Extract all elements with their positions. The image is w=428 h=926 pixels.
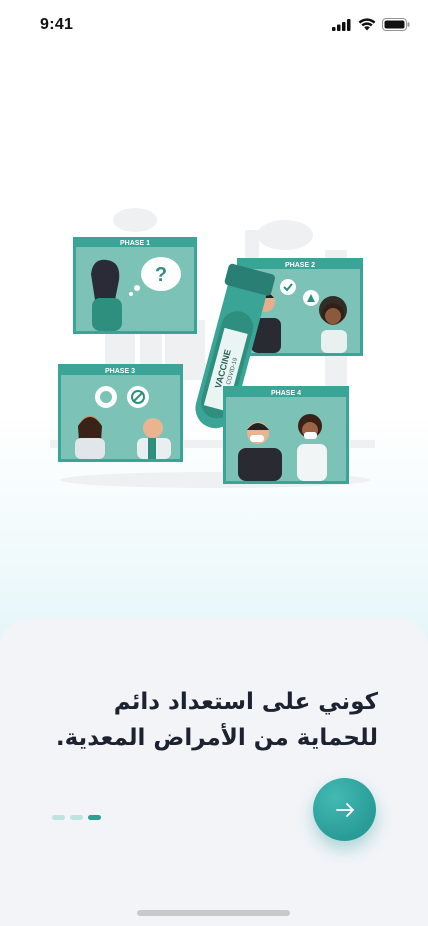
- wifi-icon: [358, 18, 376, 31]
- svg-text:?: ?: [155, 264, 167, 286]
- pager-dot-2: [70, 815, 83, 820]
- pager-dot-1: [52, 815, 65, 820]
- headline-line-2: للحماية من الأمراض المعدية.: [55, 725, 378, 751]
- phase-1-label: PHASE 1: [120, 240, 150, 247]
- vaccine-phases-illustration: PHASE 1 ? PHASE 2 VACCINE COVID-19 PHASE…: [50, 208, 375, 488]
- headline-line-1: كوني على استعداد دائم: [113, 689, 378, 715]
- phase-3-label: PHASE 3: [105, 368, 135, 375]
- status-time: 9:41: [40, 16, 74, 33]
- phase-4-card: PHASE 4: [223, 386, 349, 484]
- phase-1-card: PHASE 1 ?: [73, 237, 197, 334]
- battery-icon: [382, 18, 410, 31]
- phase-4-label: PHASE 4: [271, 390, 301, 397]
- arrow-right-icon: [335, 802, 354, 817]
- home-indicator[interactable]: [137, 910, 290, 916]
- onboarding-headline: كوني على استعداد دائم للحماية من الأمراض…: [48, 684, 378, 756]
- phase-3-card: PHASE 3: [58, 364, 183, 462]
- onboarding-card: [0, 618, 428, 926]
- status-bar: 9:41: [0, 0, 428, 54]
- cellular-signal-icon: [332, 18, 351, 31]
- next-button[interactable]: [313, 778, 376, 841]
- status-icons: [332, 18, 410, 31]
- pager-dot-3-active: [88, 815, 101, 820]
- pager-indicator: [52, 815, 101, 820]
- phase-2-label: PHASE 2: [285, 262, 315, 269]
